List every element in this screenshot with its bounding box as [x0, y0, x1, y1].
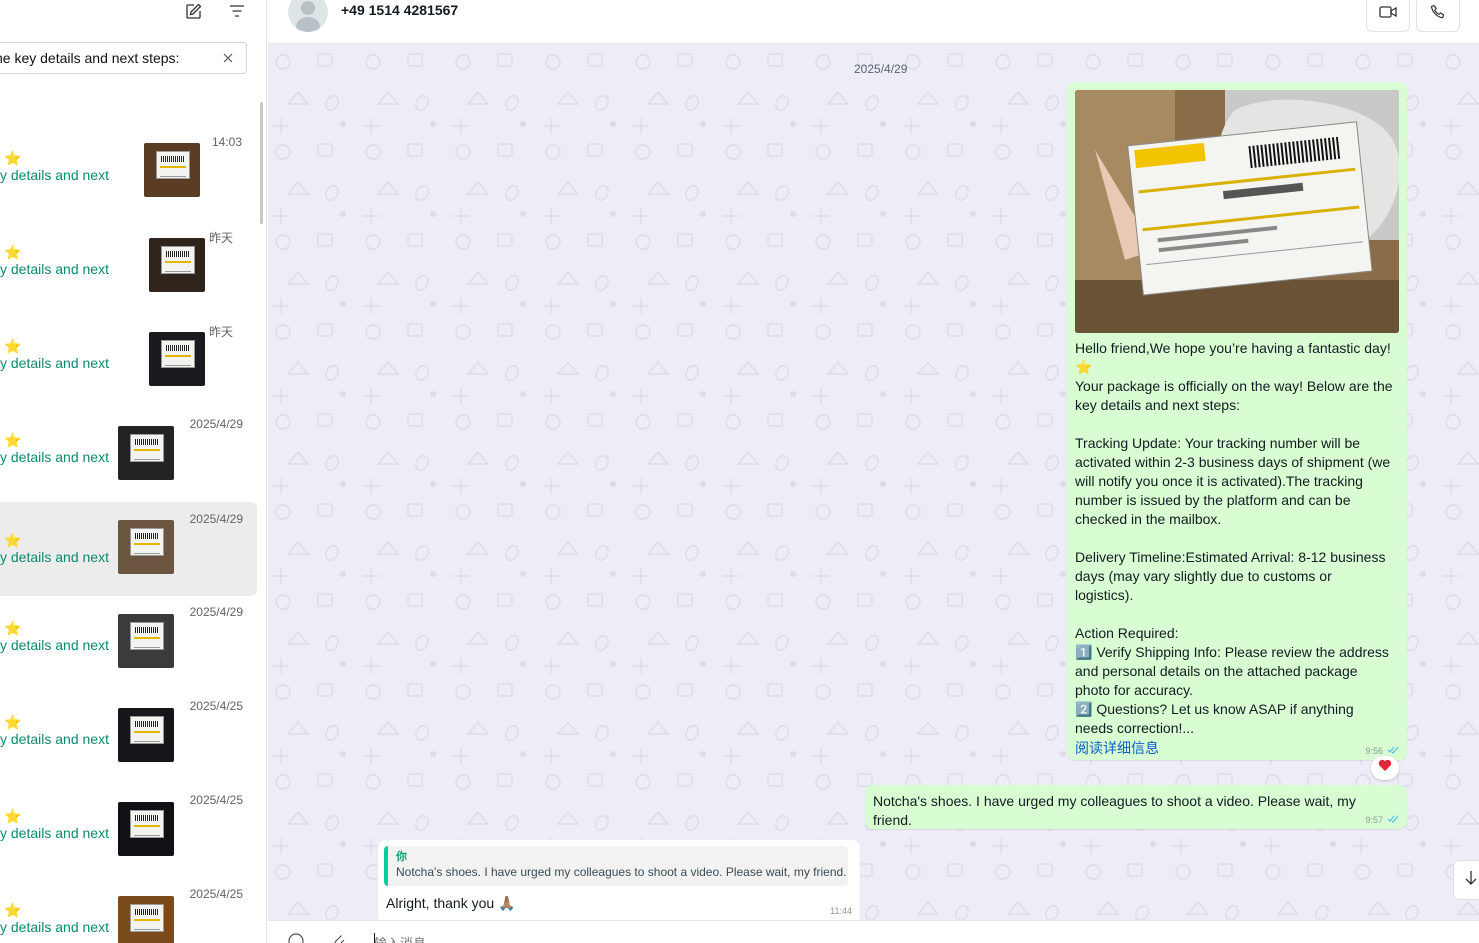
- video-call-icon: [1379, 5, 1397, 24]
- chat-thumbnail: [149, 238, 205, 292]
- date-divider: 2025/4/29: [854, 62, 908, 76]
- star-emoji: ⭐: [4, 532, 22, 548]
- package-photo[interactable]: [1075, 90, 1399, 333]
- star-emoji: ⭐: [4, 150, 22, 166]
- reaction-badge[interactable]: [1371, 756, 1399, 780]
- arrow-down-icon: [1465, 870, 1477, 891]
- quote-text: Notcha's shoes. I have urged my colleagu…: [396, 865, 847, 879]
- chat-time: 14:03: [211, 135, 242, 149]
- chat-time: 2025/4/25: [189, 699, 243, 713]
- message-area[interactable]: 2025/4/29 Hello friend,We hope you’re ha…: [268, 44, 1479, 920]
- star-emoji: ⭐: [4, 808, 22, 824]
- chat-preview: y details and next: [0, 731, 109, 747]
- list-item[interactable]: ⭐ y details and next 昨天: [0, 229, 257, 323]
- list-item[interactable]: ⭐ y details and next 昨天: [0, 323, 257, 417]
- chat-time: 昨天: [208, 325, 233, 339]
- video-call-button[interactable]: [1366, 0, 1410, 32]
- chat-list-sidebar: ⭐ y details and next 14:03 ⭐ y details a…: [0, 0, 267, 943]
- quoted-message[interactable]: 你 Notcha's shoes. I have urged my collea…: [384, 846, 848, 886]
- chat-time: 2025/4/29: [189, 605, 243, 619]
- conversation-pane: +49 1514 4281567 2025/4/29 Hello friend,…: [268, 0, 1479, 943]
- chat-preview: y details and next: [0, 449, 109, 465]
- list-item[interactable]: ⭐ y details and next 2025/4/25: [0, 793, 257, 887]
- close-icon[interactable]: [220, 50, 236, 66]
- emoji-icon[interactable]: [288, 933, 304, 943]
- star-emoji: ⭐: [4, 432, 22, 448]
- chat-thumbnail: [149, 332, 205, 386]
- chat-time: 2025/4/25: [189, 793, 243, 807]
- message-text: Notcha's shoes. I have urged my colleagu…: [873, 793, 1360, 828]
- chat-preview: y details and next: [0, 549, 109, 565]
- package-photo-image: [1075, 90, 1399, 333]
- message-meta: 9:57: [1365, 815, 1399, 825]
- chat-thumbnail: [118, 426, 174, 480]
- heart-icon: [1378, 759, 1392, 777]
- message-time: 11:44: [830, 906, 852, 916]
- chat-preview: y details and next: [0, 261, 109, 277]
- star-emoji: ⭐: [4, 714, 22, 730]
- incoming-message[interactable]: 你 Notcha's shoes. I have urged my collea…: [378, 840, 860, 920]
- voice-call-button[interactable]: [1416, 0, 1460, 32]
- message-time: 9:56: [1365, 746, 1383, 756]
- star-emoji: ⭐: [4, 244, 22, 260]
- double-check-icon: [1387, 815, 1399, 825]
- chat-preview: y details and next: [0, 355, 109, 371]
- search-input[interactable]: [0, 43, 216, 73]
- star-emoji: ⭐: [4, 902, 22, 918]
- avatar[interactable]: [288, 0, 328, 32]
- message-input[interactable]: [374, 933, 774, 943]
- double-check-icon: [1387, 746, 1399, 756]
- star-emoji: ⭐: [4, 338, 22, 354]
- list-item[interactable]: ⭐ y details and next 2025/4/29: [0, 502, 257, 596]
- list-item[interactable]: ⭐ y details and next 2025/4/29: [0, 417, 257, 511]
- message-time: 9:57: [1365, 815, 1383, 825]
- outgoing-message[interactable]: Notcha's shoes. I have urged my colleagu…: [865, 785, 1407, 829]
- sidebar-scrollbar[interactable]: [260, 102, 263, 224]
- chat-preview: y details and next: [0, 167, 109, 183]
- sidebar-toolbar: [184, 0, 246, 22]
- chat-thumbnail: [118, 520, 174, 574]
- message-meta: 9:56: [1365, 746, 1399, 756]
- chat-thumbnail: [118, 708, 174, 762]
- message-text: Hello friend,We hope you’re having a fan…: [1075, 340, 1393, 736]
- outgoing-message[interactable]: Hello friend,We hope you’re having a fan…: [1067, 82, 1407, 760]
- chat-time: 2025/4/29: [189, 512, 243, 526]
- phone-icon: [1430, 4, 1446, 25]
- chat-time: 2025/4/29: [189, 417, 243, 431]
- chat-preview: y details and next: [0, 637, 109, 653]
- star-emoji: ⭐: [4, 620, 22, 636]
- composer-bar: [268, 920, 1479, 943]
- list-item[interactable]: ⭐ y details and next 2025/4/25: [0, 699, 257, 793]
- chat-thumbnail: [144, 143, 200, 197]
- chat-thumbnail: [118, 896, 174, 943]
- paperclip-icon[interactable]: [332, 933, 348, 943]
- chat-time: 2025/4/25: [189, 887, 243, 901]
- scroll-to-bottom-button[interactable]: [1453, 860, 1479, 900]
- list-item[interactable]: ⭐ y details and next 2025/4/29: [0, 605, 257, 699]
- message-text: Alright, thank you 🙏🏽: [386, 895, 516, 911]
- list-item[interactable]: ⭐ y details and next 14:03: [0, 135, 257, 229]
- search-box: [0, 42, 247, 74]
- chat-preview: y details and next: [0, 919, 109, 935]
- chat-thumbnail: [118, 802, 174, 856]
- contact-name[interactable]: +49 1514 4281567: [341, 2, 458, 18]
- chat-time: 昨天: [208, 231, 233, 245]
- chat-preview: y details and next: [0, 825, 109, 841]
- compose-icon[interactable]: [184, 2, 202, 20]
- filter-icon[interactable]: [228, 2, 246, 20]
- message-meta: 11:44: [830, 906, 852, 916]
- list-item[interactable]: ⭐ y details and next 2025/4/25: [0, 887, 257, 943]
- quote-author: 你: [396, 851, 407, 863]
- chat-thumbnail: [118, 614, 174, 668]
- read-more-link[interactable]: 阅读详细信息: [1075, 738, 1399, 758]
- conversation-header: +49 1514 4281567: [268, 0, 1479, 44]
